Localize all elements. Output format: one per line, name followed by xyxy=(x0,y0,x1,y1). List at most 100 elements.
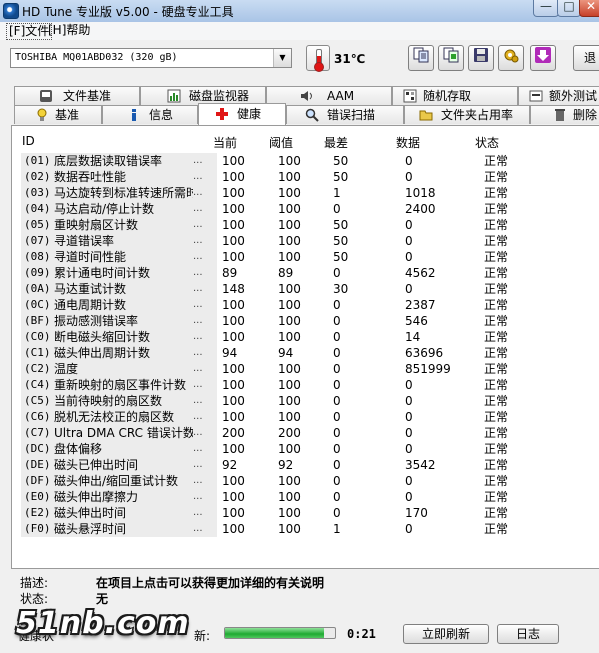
table-row[interactable]: (02) 数据吞吐性能... 100 100 50 0 正常 xyxy=(21,169,591,185)
value-current: 100 xyxy=(222,490,245,504)
value-threshold: 89 xyxy=(278,266,294,280)
table-row[interactable]: (09) 累计通电时间计数... 89 89 0 4562 正常 xyxy=(21,265,591,281)
value-status: 正常 xyxy=(484,298,509,312)
ellipsis: ... xyxy=(193,409,217,425)
value-data: 0 xyxy=(405,442,413,456)
column-header-current[interactable]: 当前 xyxy=(213,134,237,151)
table-row[interactable]: (C1) 磁头伸出周期计数... 94 94 0 63696 正常 xyxy=(21,345,591,361)
value-status: 正常 xyxy=(484,442,509,456)
attribute-name: 寻道时间性能 xyxy=(54,250,127,264)
table-row[interactable]: (F0) 磁头悬浮时间... 100 100 1 0 正常 xyxy=(21,521,591,537)
attribute-id: (07) xyxy=(24,234,51,247)
value-threshold: 100 xyxy=(278,154,301,168)
file-benchmark-icon xyxy=(39,89,53,103)
attribute-cell: (08) 寻道时间性能... xyxy=(21,249,217,265)
download-button[interactable] xyxy=(530,45,556,71)
value-current: 100 xyxy=(222,522,245,536)
tab-extra-tests[interactable]: 额外测试 xyxy=(518,86,599,105)
table-row[interactable]: (C2) 温度... 100 100 0 851999 正常 xyxy=(21,361,591,377)
close-button[interactable]: ✕ xyxy=(579,0,599,17)
tab-erase[interactable]: 删除 xyxy=(530,105,599,124)
attribute-name: 马达旋转到标准转速所需时间 xyxy=(54,186,211,200)
value-current: 100 xyxy=(222,186,245,200)
value-threshold: 100 xyxy=(278,474,301,488)
drive-select-value: TOSHIBA MQ01ABD032 (320 gB) xyxy=(15,52,178,63)
tab-health[interactable]: 健康 xyxy=(198,103,286,125)
value-status: 正常 xyxy=(484,234,509,248)
value-worst: 0 xyxy=(333,474,341,488)
copy-screenshot-button[interactable] xyxy=(438,45,464,71)
table-row[interactable]: (DE) 磁头已伸出时间... 92 92 0 3542 正常 xyxy=(21,457,591,473)
refresh-now-button[interactable]: 立即刷新 xyxy=(403,624,489,644)
value-threshold: 100 xyxy=(278,170,301,184)
table-row[interactable]: (08) 寻道时间性能... 100 100 50 0 正常 xyxy=(21,249,591,265)
table-row[interactable]: (0A) 马达重试计数... 148 100 30 0 正常 xyxy=(21,281,591,297)
attribute-name: 寻道错误率 xyxy=(54,234,115,248)
table-row[interactable]: (0C) 通电周期计数... 100 100 0 2387 正常 xyxy=(21,297,591,313)
maximize-button[interactable]: □ xyxy=(557,0,581,17)
table-row[interactable]: (E2) 磁头伸出时间... 100 100 0 170 正常 xyxy=(21,505,591,521)
table-row[interactable]: (03) 马达旋转到标准转速所需时间... 100 100 1 1018 正常 xyxy=(21,185,591,201)
copy-icon xyxy=(413,47,429,63)
column-header-status[interactable]: 状态 xyxy=(475,134,499,151)
attribute-id: (E0) xyxy=(24,490,51,503)
menu-bar: [F]文件 [H]帮助 xyxy=(0,22,599,41)
table-row[interactable]: (E0) 磁头伸出摩擦力... 100 100 0 0 正常 xyxy=(21,489,591,505)
tab-info[interactable]: 信息 xyxy=(102,105,198,124)
column-header-id[interactable]: ID xyxy=(22,134,35,148)
ellipsis: ... xyxy=(193,201,217,217)
table-row[interactable]: (C7) Ultra DMA CRC 错误计数... 200 200 0 0 正常 xyxy=(21,425,591,441)
log-button[interactable]: 日志 xyxy=(497,624,559,644)
table-row[interactable]: (05) 重映射扇区计数... 100 100 50 0 正常 xyxy=(21,217,591,233)
minimize-button[interactable]: — xyxy=(533,0,559,17)
save-button[interactable] xyxy=(468,45,494,71)
value-current: 100 xyxy=(222,314,245,328)
temperature-readout: 31℃ xyxy=(334,52,366,66)
column-header-threshold[interactable]: 阈值 xyxy=(269,134,293,151)
value-worst: 0 xyxy=(333,506,341,520)
attribute-cell: (C7) Ultra DMA CRC 错误计数... xyxy=(21,425,217,441)
attribute-id: (04) xyxy=(24,202,51,215)
table-row[interactable]: (04) 马达启动/停止计数... 100 100 0 2400 正常 xyxy=(21,201,591,217)
value-threshold: 100 xyxy=(278,522,301,536)
column-header-worst[interactable]: 最差 xyxy=(324,134,348,151)
table-row[interactable]: (DF) 磁头伸出/缩回重试计数... 100 100 0 0 正常 xyxy=(21,473,591,489)
value-threshold: 100 xyxy=(278,218,301,232)
tab-random-access[interactable]: 随机存取 xyxy=(392,86,518,105)
attribute-name: 数据吞吐性能 xyxy=(54,170,127,184)
value-data: 546 xyxy=(405,314,428,328)
exit-button[interactable]: 退 xyxy=(573,45,599,71)
tab-error-scan[interactable]: 错误扫描 xyxy=(286,105,404,124)
attribute-cell: (C2) 温度... xyxy=(21,361,217,377)
ellipsis: ... xyxy=(193,217,217,233)
attribute-name: 磁头伸出/缩回重试计数 xyxy=(54,474,179,488)
table-row[interactable]: (C5) 当前待映射的扇区数... 100 100 0 0 正常 xyxy=(21,393,591,409)
table-row[interactable]: (C4) 重新映射的扇区事件计数... 100 100 0 0 正常 xyxy=(21,377,591,393)
table-row[interactable]: (C0) 断电磁头缩回计数... 100 100 0 14 正常 xyxy=(21,329,591,345)
copy-text-button[interactable] xyxy=(408,45,434,71)
value-data: 4562 xyxy=(405,266,436,280)
value-threshold: 100 xyxy=(278,314,301,328)
ellipsis: ... xyxy=(193,393,217,409)
menu-help[interactable]: [H]帮助 xyxy=(46,23,92,38)
table-row[interactable]: (01) 底层数据读取错误率... 100 100 50 0 正常 xyxy=(21,153,591,169)
column-header-data[interactable]: 数据 xyxy=(396,134,420,151)
tab-benchmark[interactable]: 基准 xyxy=(14,105,102,124)
table-row[interactable]: (C6) 脱机无法校正的扇区数... 100 100 0 0 正常 xyxy=(21,409,591,425)
attribute-cell: (E0) 磁头伸出摩擦力... xyxy=(21,489,217,505)
value-threshold: 100 xyxy=(278,378,301,392)
table-row[interactable]: (07) 寻道错误率... 100 100 50 0 正常 xyxy=(21,233,591,249)
tab-folder-usage[interactable]: 文件夹占用率 xyxy=(404,105,530,124)
value-data: 0 xyxy=(405,474,413,488)
options-button[interactable] xyxy=(498,45,524,71)
tab-file-benchmark[interactable]: 文件基准 xyxy=(14,86,140,105)
value-status: 正常 xyxy=(484,282,509,296)
value-worst: 0 xyxy=(333,330,341,344)
table-row[interactable]: (BF) 振动感测错误率... 100 100 0 546 正常 xyxy=(21,313,591,329)
value-data: 1018 xyxy=(405,186,436,200)
chevron-down-icon[interactable]: ▼ xyxy=(273,49,291,67)
attribute-name: 重映射扇区计数 xyxy=(54,218,139,232)
table-row[interactable]: (DC) 盘体偏移... 100 100 0 0 正常 xyxy=(21,441,591,457)
attribute-cell: (07) 寻道错误率... xyxy=(21,233,217,249)
drive-select[interactable]: TOSHIBA MQ01ABD032 (320 gB) ▼ xyxy=(10,48,292,68)
